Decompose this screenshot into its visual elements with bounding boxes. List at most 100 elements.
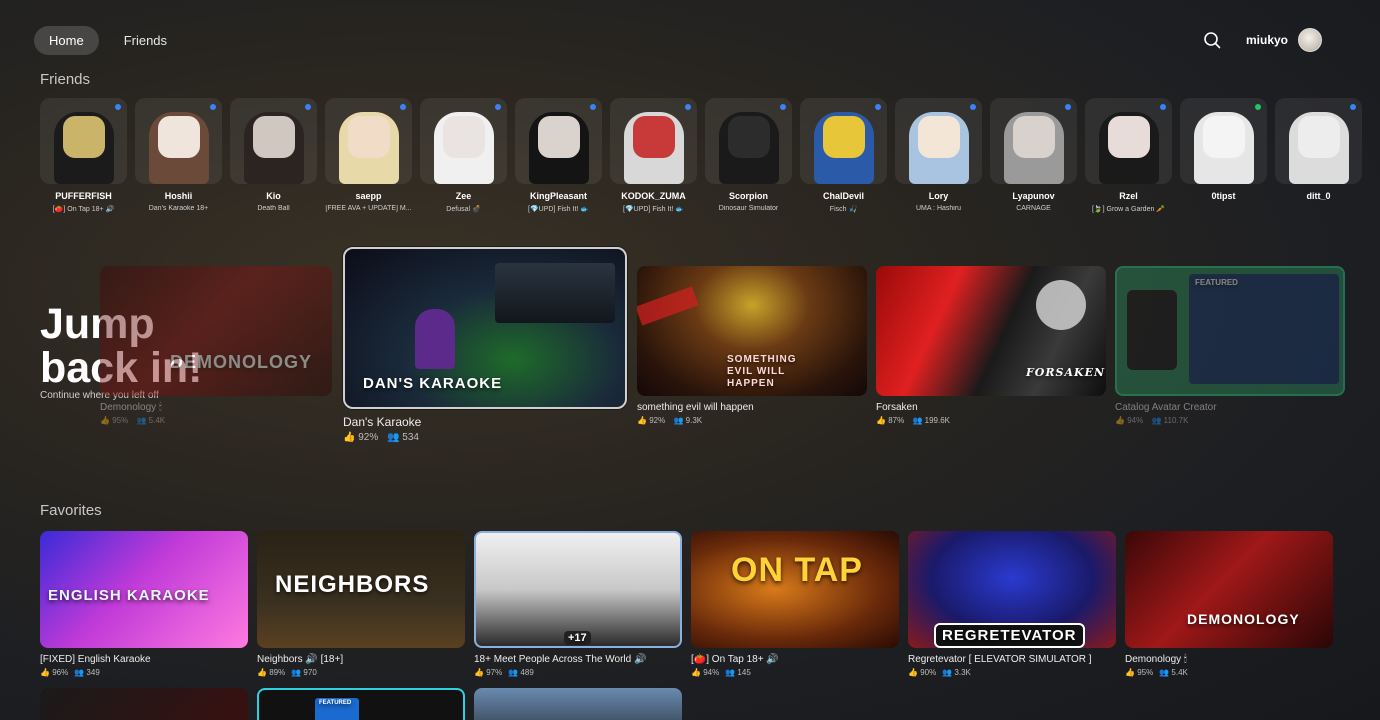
- friend-avatar[interactable]: [515, 98, 602, 184]
- game-thumbnail[interactable]: DAN'S KARAOKE: [343, 247, 627, 409]
- friend-status[interactable]: Dan's Karaoke 18+: [149, 205, 209, 212]
- favorite-game-card[interactable]: NEIGHBORS Neighbors 🔊 [18+] 👍 89% 👥 970: [257, 531, 465, 677]
- game-thumbnail[interactable]: SOMETHING EVIL WILL HAPPEN: [637, 266, 867, 396]
- avatar[interactable]: [1298, 28, 1322, 52]
- friend-status[interactable]: [FREE AVA + UPDATE] M...: [325, 205, 411, 212]
- favorite-game-card[interactable]: ON TAP [🍅] On Tap 18+ 🔊 👍 94% 👥 145: [691, 531, 899, 677]
- friend-item[interactable]: 0tipst: [1180, 98, 1267, 213]
- friend-avatar[interactable]: [420, 98, 507, 184]
- friend-name: Lyapunov: [1012, 191, 1055, 201]
- game-thumbnail[interactable]: [40, 688, 248, 720]
- presence-dot: [875, 104, 881, 110]
- thumbnail-text: REGRETEVATOR: [934, 623, 1085, 648]
- game-card[interactable]: SOMETHING EVIL WILL HAPPEN something evi…: [637, 266, 867, 425]
- game-thumbnail[interactable]: +17: [474, 531, 682, 648]
- friend-avatar[interactable]: [610, 98, 697, 184]
- game-players: 970: [303, 668, 317, 677]
- friend-status[interactable]: [💎UPD] Fish It! 🐟: [623, 205, 684, 213]
- friend-item[interactable]: Lory UMA : Hashiru: [895, 98, 982, 213]
- game-card[interactable]: FORSAKEN Forsaken 👍 87% 👥 199.6K: [876, 266, 1106, 425]
- friend-avatar[interactable]: [135, 98, 222, 184]
- game-card-featured[interactable]: DAN'S KARAOKE Dan's Karaoke 👍 92% 👥 534: [343, 247, 627, 443]
- nav-home[interactable]: Home: [34, 26, 99, 55]
- game-thumbnail[interactable]: NEIGHBORS: [257, 531, 465, 648]
- friend-status[interactable]: [💎UPD] Fish It! 🐟: [528, 205, 589, 213]
- game-players: 3.3K: [954, 668, 971, 677]
- favorite-game-card[interactable]: +17 18+ Meet People Across The World 🔊 👍 9…: [474, 531, 682, 677]
- friend-avatar[interactable]: [40, 98, 127, 184]
- friend-avatar[interactable]: [1180, 98, 1267, 184]
- game-title[interactable]: Demonology 🕯: [1125, 654, 1333, 665]
- friend-item[interactable]: PUFFERFISH [🍅] On Tap 18+ 🔊: [40, 98, 127, 213]
- friend-avatar[interactable]: [230, 98, 317, 184]
- thumbs-up-icon: 👍: [1125, 668, 1135, 677]
- friend-item[interactable]: Lyapunov CARNAGE: [990, 98, 1077, 213]
- game-thumbnail[interactable]: DEMONOLOGY: [1125, 531, 1333, 648]
- presence-dot: [400, 104, 406, 110]
- friend-item[interactable]: KingPleasant [💎UPD] Fish It! 🐟: [515, 98, 602, 213]
- game-thumbnail[interactable]: DEMONOLOGY: [100, 266, 332, 396]
- friend-avatar[interactable]: [1085, 98, 1172, 184]
- game-title[interactable]: something evil will happen: [637, 402, 867, 413]
- game-thumbnail[interactable]: [474, 688, 682, 720]
- friend-avatar[interactable]: [800, 98, 887, 184]
- friend-status[interactable]: [🍅] On Tap 18+ 🔊: [53, 205, 114, 213]
- friend-status[interactable]: Defusal 💣: [446, 205, 480, 213]
- game-thumbnail[interactable]: FORSAKEN: [876, 266, 1106, 396]
- game-title[interactable]: Regretevator [ ELEVATOR SIMULATOR ]: [908, 654, 1116, 665]
- friend-item[interactable]: KODOK_ZUMA [💎UPD] Fish It! 🐟: [610, 98, 697, 213]
- user-menu[interactable]: miukyo: [1246, 28, 1322, 52]
- game-title[interactable]: [FIXED] English Karaoke: [40, 654, 248, 665]
- thumbs-up-icon: 👍: [637, 416, 647, 425]
- game-thumbnail[interactable]: REGRETEVATOR: [908, 531, 1116, 648]
- friend-name: Lory: [928, 191, 949, 201]
- game-card[interactable]: FEATURED Catalog Avatar Creator 👍 94% 👥 …: [1115, 266, 1345, 425]
- friend-avatar[interactable]: [705, 98, 792, 184]
- game-title[interactable]: Dan's Karaoke: [343, 415, 627, 429]
- game-title[interactable]: Catalog Avatar Creator: [1115, 402, 1345, 413]
- game-title[interactable]: Forsaken: [876, 402, 1106, 413]
- friend-name: Hoshii: [164, 191, 193, 201]
- game-players: 145: [737, 668, 751, 677]
- avatar-face: [632, 116, 675, 158]
- game-thumbnail[interactable]: ENGLISH KARAOKE: [40, 531, 248, 648]
- game-thumbnail[interactable]: ON TAP: [691, 531, 899, 648]
- players-icon: 👥: [136, 416, 147, 425]
- friend-avatar[interactable]: [990, 98, 1077, 184]
- friend-item[interactable]: Hoshii Dan's Karaoke 18+: [135, 98, 222, 213]
- friend-status[interactable]: Fisch 🎣: [830, 205, 857, 213]
- game-card[interactable]: DEMONOLOGY Demonology 🕯 👍 95% 👥 5.4K: [100, 266, 332, 425]
- game-thumbnail[interactable]: FEATURED: [1115, 266, 1345, 396]
- favorite-game-card[interactable]: ENGLISH KARAOKE [FIXED] English Karaoke 👍 …: [40, 531, 248, 677]
- friend-avatar[interactable]: [325, 98, 412, 184]
- friend-item[interactable]: Kio Death Ball: [230, 98, 317, 213]
- game-title[interactable]: [🍅] On Tap 18+ 🔊: [691, 654, 899, 665]
- friend-status[interactable]: UMA : Hashiru: [916, 205, 961, 212]
- friend-item[interactable]: saepp [FREE AVA + UPDATE] M...: [325, 98, 412, 213]
- game-title[interactable]: Neighbors 🔊 [18+]: [257, 654, 465, 665]
- presence-dot: [970, 104, 976, 110]
- friend-status[interactable]: CARNAGE: [1016, 205, 1051, 212]
- friend-item[interactable]: Scorpion Dinosaur Simulator: [705, 98, 792, 213]
- avatar-face: [1012, 116, 1055, 158]
- game-stats: 👍 95% 👥 5.4K: [100, 416, 332, 425]
- game-thumbnail[interactable]: FEATURED: [257, 688, 465, 720]
- nav-friends[interactable]: Friends: [109, 26, 182, 55]
- friend-avatar[interactable]: [895, 98, 982, 184]
- game-title[interactable]: Demonology 🕯: [100, 402, 332, 413]
- favorite-game-card[interactable]: DEMONOLOGY Demonology 🕯 👍 95% 👥 5.4K: [1125, 531, 1333, 677]
- friend-avatar[interactable]: [1275, 98, 1362, 184]
- friend-item[interactable]: ChalDevil Fisch 🎣: [800, 98, 887, 213]
- friend-status[interactable]: [🍃] Grow a Garden 🥕: [1092, 205, 1165, 213]
- game-stats: 👍 90% 👥 3.3K: [908, 668, 1116, 677]
- friend-status[interactable]: Dinosaur Simulator: [719, 205, 779, 212]
- favorite-game-card[interactable]: REGRETEVATOR Regretevator [ ELEVATOR SIMU…: [908, 531, 1116, 677]
- friend-item[interactable]: ditt_0: [1275, 98, 1362, 213]
- search-icon[interactable]: [1203, 31, 1221, 49]
- friend-name: PUFFERFISH: [55, 191, 112, 201]
- friend-item[interactable]: Zee Defusal 💣: [420, 98, 507, 213]
- thumbnail-text: DEMONOLOGY: [1187, 611, 1300, 627]
- game-title[interactable]: 18+ Meet People Across The World 🔊: [474, 654, 682, 665]
- friend-status[interactable]: Death Ball: [257, 205, 289, 212]
- friend-item[interactable]: Rzel [🍃] Grow a Garden 🥕: [1085, 98, 1172, 213]
